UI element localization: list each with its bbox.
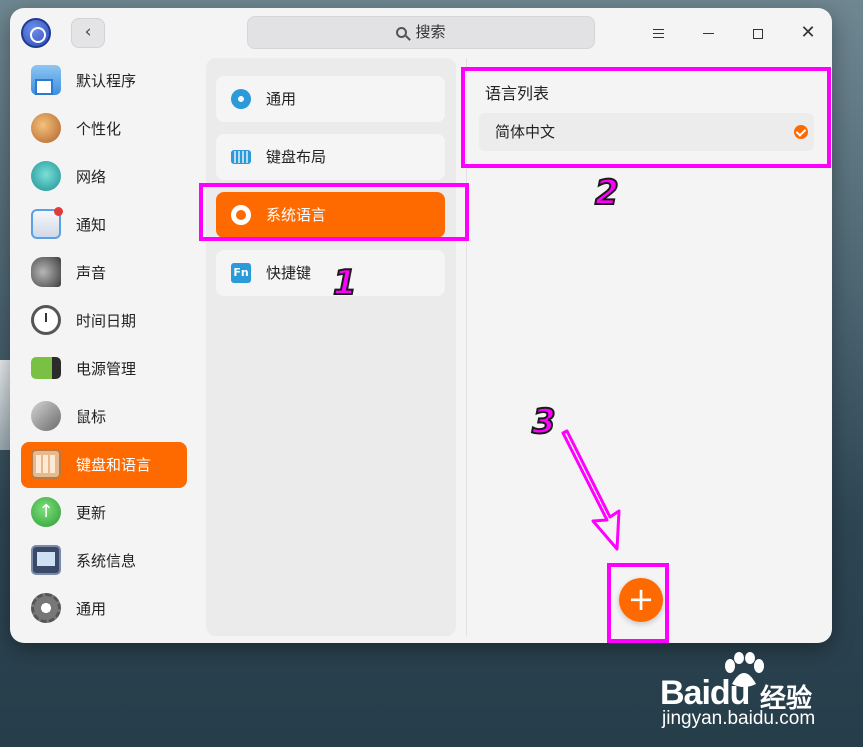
- submenu-panel: 通用 键盘布局 系统语言 Fn 快捷键: [206, 58, 456, 636]
- sound-icon: [31, 257, 61, 287]
- control-center-logo-icon: [21, 18, 51, 48]
- system-info-icon: [31, 545, 61, 575]
- personalization-icon: [31, 113, 61, 143]
- sidebar-item-personalization[interactable]: 个性化: [21, 106, 187, 152]
- search-placeholder: 搜索: [415, 23, 446, 41]
- minimize-icon[interactable]: [696, 21, 720, 45]
- sidebar-item-keyboard-language[interactable]: 键盘和语言: [21, 442, 187, 488]
- gear-icon: [231, 89, 251, 109]
- back-button[interactable]: ‹: [71, 18, 105, 48]
- step-number-1: 1: [332, 262, 358, 304]
- sidebar-item-update[interactable]: 更新: [21, 490, 187, 536]
- keyboard-icon: [31, 449, 61, 479]
- sidebar-item-label: 时间日期: [76, 312, 137, 330]
- highlight-box-step1: [199, 183, 469, 241]
- battery-icon: [31, 357, 61, 379]
- sidebar-item-label: 键盘和语言: [76, 456, 152, 474]
- sidebar-item-label: 声音: [76, 264, 107, 282]
- sidebar-item-label: 通用: [76, 600, 107, 618]
- mouse-icon: [31, 401, 61, 431]
- submenu-item-label: 通用: [266, 90, 297, 108]
- sidebar-item-network[interactable]: 网络: [21, 154, 187, 200]
- sidebar-item-label: 系统信息: [76, 552, 137, 570]
- sidebar-item-label: 更新: [76, 504, 107, 522]
- submenu-item-keyboard-layout[interactable]: 键盘布局: [216, 134, 445, 180]
- maximize-icon[interactable]: [746, 21, 770, 45]
- sidebar-item-label: 网络: [76, 168, 107, 186]
- default-apps-icon: [31, 65, 61, 95]
- highlight-box-step3: [607, 563, 669, 643]
- network-icon: [31, 161, 61, 191]
- sidebar-item-notification[interactable]: 通知: [21, 202, 187, 248]
- titlebar: ‹ 搜索 ✕: [10, 8, 832, 58]
- update-icon: [31, 497, 61, 527]
- sidebar-item-default-apps[interactable]: 默认程序: [21, 58, 187, 104]
- search-input[interactable]: 搜索: [247, 16, 595, 49]
- sidebar: 默认程序 个性化 网络 通知 声音 时间日期 电源管理 鼠标 键盘和语言 ↑ 更…: [10, 58, 200, 643]
- sidebar-item-label: 电源管理: [76, 360, 137, 378]
- annotation-arrow: [561, 429, 621, 551]
- clock-icon: [31, 305, 61, 335]
- submenu-item-general[interactable]: 通用: [216, 76, 445, 122]
- baidu-jingyan-watermark: Baidu 经验 jingyan.baidu.com: [660, 652, 860, 742]
- step-number-3: 3: [531, 401, 557, 443]
- search-icon: [396, 27, 408, 38]
- submenu-item-label: 快捷键: [266, 264, 312, 282]
- general-settings-icon: [31, 593, 61, 623]
- fn-key-icon: Fn: [231, 263, 251, 283]
- sidebar-item-power[interactable]: 电源管理: [21, 346, 187, 392]
- highlight-box-step2: [461, 67, 831, 168]
- sidebar-item-label: 鼠标: [76, 408, 107, 426]
- sidebar-item-label: 通知: [76, 216, 107, 234]
- sidebar-item-general[interactable]: 通用: [21, 586, 187, 632]
- sidebar-item-sound[interactable]: 声音: [21, 250, 187, 296]
- watermark-url: jingyan.baidu.com: [662, 708, 816, 729]
- keyboard-icon: [231, 150, 251, 164]
- notification-icon: [31, 207, 63, 239]
- sidebar-item-label: 默认程序: [76, 72, 137, 90]
- sidebar-item-label: 个性化: [76, 120, 122, 138]
- submenu-item-label: 键盘布局: [266, 148, 327, 166]
- sidebar-item-datetime[interactable]: 时间日期: [21, 298, 187, 344]
- sidebar-item-mouse[interactable]: 鼠标: [21, 394, 187, 440]
- hamburger-menu-icon[interactable]: [646, 21, 670, 45]
- close-icon[interactable]: ✕: [796, 21, 820, 45]
- step-number-2: 2: [594, 172, 620, 214]
- submenu-item-shortcuts[interactable]: Fn 快捷键: [216, 250, 445, 296]
- sidebar-item-system-info[interactable]: 系统信息: [21, 538, 187, 584]
